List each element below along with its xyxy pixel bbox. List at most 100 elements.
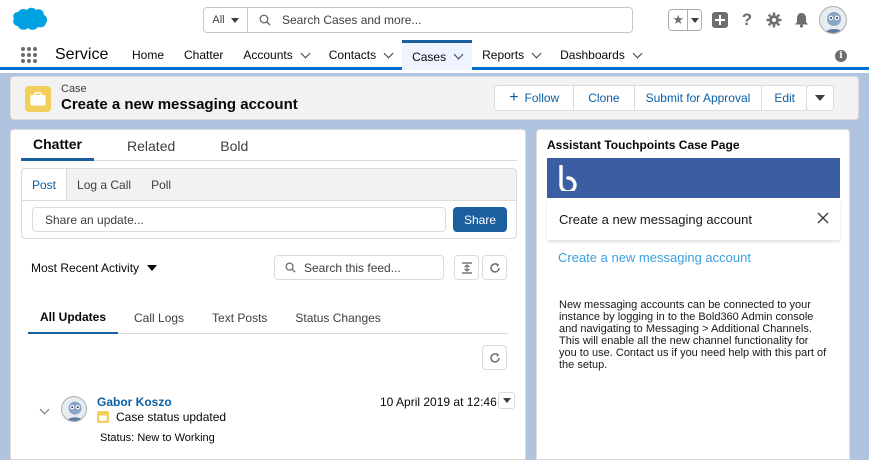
bell-icon[interactable] xyxy=(792,11,810,29)
nav-item-label: Cases xyxy=(412,49,447,64)
nav-item-label: Chatter xyxy=(184,48,224,62)
global-search: All Search Cases and more... xyxy=(203,7,633,33)
clone-label: Clone xyxy=(588,91,620,105)
touchpoint-body-text: New messaging accounts can be connected … xyxy=(559,299,827,371)
publisher-tab-label: Log a Call xyxy=(77,177,132,192)
refresh-updates-button[interactable] xyxy=(482,345,507,370)
app-launcher-icon[interactable] xyxy=(21,47,37,63)
feed-filter-tabs: All Updates Call Logs Text Posts Status … xyxy=(28,302,508,334)
chevron-down-icon[interactable] xyxy=(300,48,311,58)
edit-button[interactable]: Edit xyxy=(762,86,807,110)
header-utility-icons: ★ ? xyxy=(668,6,847,34)
record-title: Create a new messaging account xyxy=(61,96,298,113)
case-icon xyxy=(25,86,51,112)
feed-search-placeholder: Search this feed... xyxy=(304,260,401,275)
follow-label: Follow xyxy=(524,91,560,105)
feed-item-menu-button[interactable] xyxy=(498,392,515,409)
feed-tab-all-updates[interactable]: All Updates xyxy=(28,302,119,334)
edit-label: Edit xyxy=(774,91,795,105)
feed-sort-select[interactable]: Most Recent Activity xyxy=(31,261,158,275)
user-avatar[interactable] xyxy=(819,6,847,34)
case-icon xyxy=(97,411,109,423)
refresh-feed-button[interactable] xyxy=(482,255,507,280)
nav-item-dashboards[interactable]: Dashboards xyxy=(550,40,651,70)
feed-timestamp[interactable]: 10 April 2019 at 12:46 xyxy=(380,395,497,409)
tab-label: Related xyxy=(127,137,176,154)
publisher-tab-log-a-call[interactable]: Log a Call xyxy=(67,169,141,200)
close-icon[interactable] xyxy=(816,211,830,225)
gear-icon[interactable] xyxy=(765,11,783,29)
info-icon[interactable]: i xyxy=(835,50,847,62)
favorites-button[interactable]: ★ xyxy=(668,9,702,31)
search-icon xyxy=(285,262,296,273)
plus-icon: + xyxy=(509,89,519,106)
publisher-tabs: Post Log a Call Poll xyxy=(22,169,181,200)
nav-item-reports[interactable]: Reports xyxy=(472,40,550,70)
search-scope-select[interactable]: All xyxy=(204,8,248,32)
nav-item-label: Contacts xyxy=(328,48,377,62)
favorites-menu-icon[interactable] xyxy=(688,10,701,30)
caret-down-icon[interactable] xyxy=(807,86,833,110)
feed-tab-call-logs[interactable]: Call Logs xyxy=(122,302,196,334)
plus-icon[interactable] xyxy=(711,11,729,29)
chevron-down-icon[interactable] xyxy=(632,48,643,58)
assistant-touchpoints-card: Assistant Touchpoints Case Page Create a… xyxy=(536,129,850,460)
chevron-down-icon[interactable] xyxy=(453,49,464,60)
star-icon[interactable]: ★ xyxy=(669,10,689,30)
salesforce-cloud-icon[interactable] xyxy=(12,6,48,32)
clone-button[interactable]: Clone xyxy=(574,86,635,110)
submit-label: Submit for Approval xyxy=(645,91,751,105)
touchpoint-link[interactable]: Create a new messaging account xyxy=(558,250,751,265)
nav-item-cases[interactable]: Cases xyxy=(402,40,473,70)
feed-status-change: Status: New to Working xyxy=(100,432,215,444)
app-name: Service xyxy=(55,46,109,63)
share-update-input[interactable]: Share an update... xyxy=(32,207,446,232)
publisher-tab-post[interactable]: Post xyxy=(22,169,68,200)
nav-item-home[interactable]: Home xyxy=(122,40,174,70)
nav-item-chatter[interactable]: Chatter xyxy=(174,40,233,70)
chevron-down-icon[interactable] xyxy=(531,48,542,58)
refresh-icon xyxy=(489,352,500,363)
nav-item-accounts[interactable]: Accounts xyxy=(233,40,318,70)
publisher-tab-poll[interactable]: Poll xyxy=(141,169,181,200)
collapse-icon xyxy=(461,261,472,274)
feed-author-link[interactable]: Gabor Koszo xyxy=(97,395,172,409)
tab-label: Chatter xyxy=(33,136,83,152)
more-actions-button[interactable] xyxy=(806,85,834,111)
tab-related[interactable]: Related xyxy=(115,130,187,161)
search-input[interactable]: Search Cases and more... xyxy=(282,13,421,27)
nav-items: Home Chatter Accounts Contacts Cases Rep… xyxy=(122,40,651,70)
feed-event-text: Case status updated xyxy=(116,410,227,424)
record-actions: + Follow Clone Submit for Approval Edit xyxy=(494,85,808,111)
feed-search-input[interactable]: Search this feed... xyxy=(274,255,444,280)
feed-event: Case status updated xyxy=(97,410,226,424)
touchpoint-header: Create a new messaging account xyxy=(547,198,840,240)
help-icon[interactable]: ? xyxy=(738,10,756,29)
publisher-body: Share an update... Share xyxy=(22,200,516,238)
feed-item: Gabor Koszo Case status updated 10 April… xyxy=(39,390,519,450)
record-highlights: Case Create a new messaging account + Fo… xyxy=(10,76,859,120)
feed-tab-status-changes[interactable]: Status Changes xyxy=(283,302,392,334)
record-object-label: Case xyxy=(61,83,87,95)
nav-item-contacts[interactable]: Contacts xyxy=(319,40,402,70)
avatar[interactable] xyxy=(61,396,87,422)
refresh-icon xyxy=(489,262,500,273)
caret-down-icon xyxy=(502,398,511,403)
nav-item-label: Reports xyxy=(482,48,525,62)
share-button[interactable]: Share xyxy=(453,207,507,232)
record-tabs: Chatter Related Bold xyxy=(21,130,517,161)
tab-bold[interactable]: Bold xyxy=(208,130,260,161)
chevron-down-icon[interactable] xyxy=(383,48,394,58)
publisher-tab-label: Post xyxy=(32,177,57,192)
caret-down-icon xyxy=(147,265,158,271)
bold-brand-bar xyxy=(547,158,840,198)
chevron-down-icon[interactable] xyxy=(39,404,50,415)
submit-for-approval-button[interactable]: Submit for Approval xyxy=(635,86,763,110)
collapse-all-button[interactable] xyxy=(454,255,479,280)
tab-chatter[interactable]: Chatter xyxy=(21,130,95,161)
app-nav-bar: Service Home Chatter Accounts Contacts C… xyxy=(0,40,869,70)
feed-tab-text-posts[interactable]: Text Posts xyxy=(200,302,279,334)
follow-button[interactable]: + Follow xyxy=(495,86,575,110)
publisher-tab-label: Poll xyxy=(151,177,172,192)
chatter-card: Chatter Related Bold Post Log a Call Pol… xyxy=(10,129,526,460)
